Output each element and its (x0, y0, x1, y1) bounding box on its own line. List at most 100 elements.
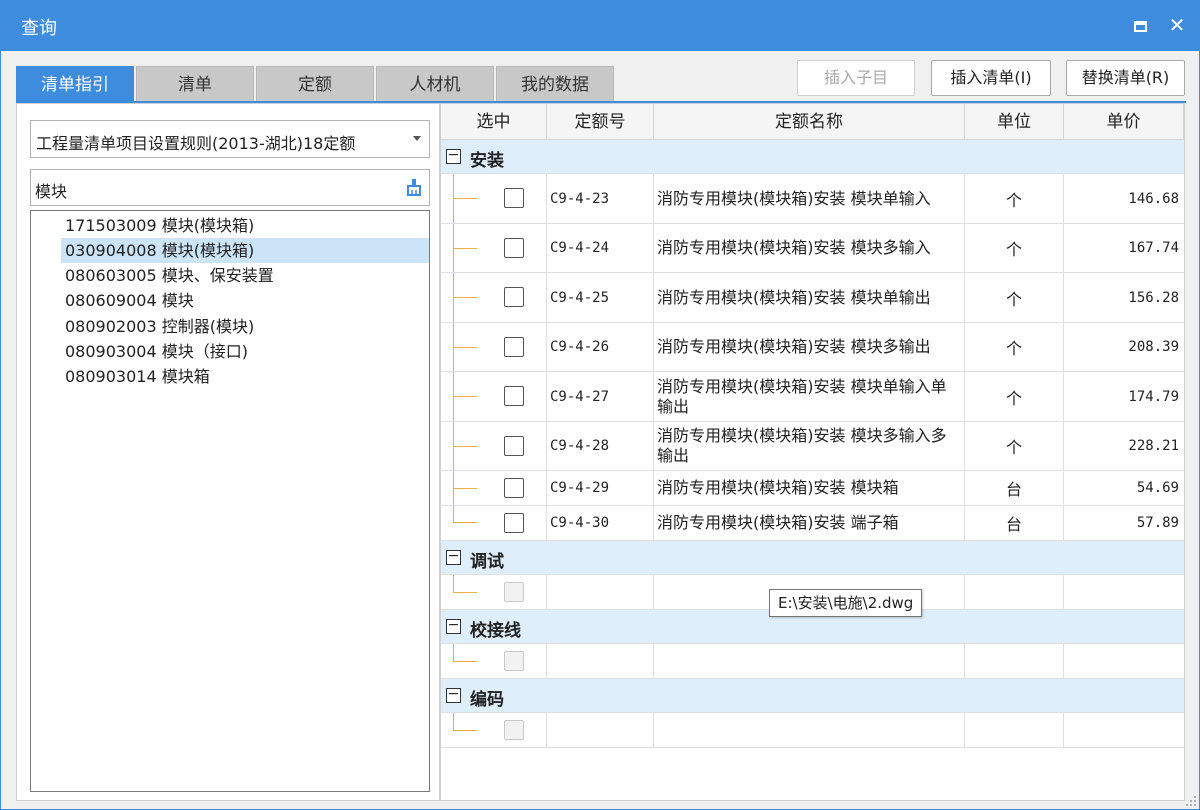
quota-name: 消防专用模块(模块箱)安装 模块多输入 (654, 224, 965, 272)
column-header-unit[interactable]: 单位 (965, 104, 1064, 140)
quota-price: 146.68 (1128, 190, 1179, 207)
table-row[interactable]: C9-4-23 消防专用模块(模块箱)安装 模块单输入 个 146.68 (441, 174, 1184, 224)
quota-unit: 个 (965, 323, 1064, 371)
row-checkbox[interactable] (504, 386, 524, 406)
collapse-icon[interactable]: − (446, 148, 461, 164)
rule-select-value: 工程量清单项目设置规则(2013-湖北)18定额 (36, 134, 356, 153)
search-value: 模块 (35, 182, 68, 201)
column-header-price[interactable]: 单价 (1064, 104, 1184, 140)
quota-price: 167.74 (1128, 240, 1179, 256)
quota-unit: 个 (965, 372, 1064, 421)
table-row[interactable]: C9-4-30 消防专用模块(模块箱)安装 端子箱 台 57.89 (441, 506, 1184, 541)
group-name: 调试 (470, 552, 504, 572)
group-row[interactable]: − 调试 (441, 541, 1184, 575)
group-name: 安装 (470, 151, 504, 171)
left-panel: 工程量清单项目设置规则(2013-湖北)18定额 模块 171503009 模块… (16, 103, 440, 801)
row-checkbox[interactable] (504, 287, 524, 307)
quota-name: 消防专用模块(模块箱)安装 模块单输入 (654, 174, 965, 223)
file-path-tooltip: E:\安装\电施\2.dwg (769, 589, 923, 617)
table-row[interactable] (441, 713, 1184, 748)
quota-unit: 个 (965, 174, 1064, 223)
resize-grip-icon[interactable] (1185, 795, 1197, 807)
clear-brush-icon[interactable] (405, 178, 423, 196)
row-checkbox[interactable] (504, 513, 524, 533)
collapse-icon[interactable]: − (446, 549, 461, 565)
quota-grid: 选中 定额号 定额名称 单位 单价 − 安装 C9-4-23 消防专用模块(模块… (440, 103, 1185, 801)
group-name: 编码 (470, 690, 504, 710)
chevron-down-icon[interactable] (413, 136, 421, 141)
maximize-icon[interactable] (1127, 12, 1153, 38)
quota-unit: 台 (965, 506, 1064, 540)
query-window: 查询 ✕ 清单指引 清单 定额 人材机 我的数据 插入子目 插入清单(I) 替换… (0, 0, 1200, 810)
quota-price: 57.89 (1136, 515, 1179, 531)
row-checkbox[interactable] (504, 478, 524, 498)
list-item[interactable]: 030904008 模块(模块箱) (61, 238, 429, 263)
row-checkbox[interactable] (504, 238, 524, 258)
rule-select[interactable]: 工程量清单项目设置规则(2013-湖北)18定额 (30, 120, 430, 158)
tab-labor-material[interactable]: 人材机 (376, 66, 494, 102)
table-row[interactable]: C9-4-28 消防专用模块(模块箱)安装 模块多输入多输出 个 228.21 (441, 422, 1184, 471)
row-checkbox[interactable] (504, 720, 524, 740)
list-item[interactable]: 080903014 模块箱 (61, 364, 429, 389)
quota-code: C9-4-30 (547, 506, 654, 540)
quota-code: C9-4-27 (547, 372, 654, 421)
quota-unit: 个 (965, 273, 1064, 322)
insert-list-button[interactable]: 插入清单(I) (931, 60, 1051, 96)
list-item[interactable]: 080609004 模块 (61, 288, 429, 313)
quota-name: 消防专用模块(模块箱)安装 端子箱 (654, 506, 965, 540)
quota-price: 156.28 (1128, 289, 1179, 306)
row-checkbox[interactable] (504, 651, 524, 671)
list-item[interactable]: 080603005 模块、保安装置 (61, 263, 429, 288)
insert-child-button[interactable]: 插入子目 (797, 60, 915, 96)
group-row[interactable]: − 安装 (441, 140, 1184, 174)
quota-price: 208.39 (1128, 339, 1179, 355)
tab-list-guide[interactable]: 清单指引 (16, 66, 134, 102)
quota-price: 228.21 (1128, 438, 1179, 454)
row-checkbox[interactable] (504, 337, 524, 357)
quota-code: C9-4-24 (547, 224, 654, 272)
group-row[interactable]: − 编码 (441, 679, 1184, 713)
table-row[interactable]: C9-4-24 消防专用模块(模块箱)安装 模块多输入 个 167.74 (441, 224, 1184, 273)
table-row[interactable] (441, 644, 1184, 679)
table-row[interactable]: C9-4-29 消防专用模块(模块箱)安装 模块箱 台 54.69 (441, 471, 1184, 506)
tab-my-data[interactable]: 我的数据 (496, 66, 614, 102)
quota-code: C9-4-29 (547, 471, 654, 505)
replace-list-button[interactable]: 替换清单(R) (1066, 60, 1185, 96)
column-header-code[interactable]: 定额号 (547, 104, 654, 140)
row-checkbox[interactable] (504, 436, 524, 456)
quota-price: 54.69 (1136, 480, 1179, 496)
table-row[interactable]: C9-4-27 消防专用模块(模块箱)安装 模块单输入单输出 个 174.79 (441, 372, 1184, 422)
table-row[interactable]: C9-4-25 消防专用模块(模块箱)安装 模块单输出 个 156.28 (441, 273, 1184, 323)
tab-quota[interactable]: 定额 (256, 66, 374, 102)
quota-code: C9-4-23 (547, 174, 654, 223)
window-title: 查询 (21, 18, 57, 39)
quota-name: 消防专用模块(模块箱)安装 模块多输入多输出 (654, 422, 965, 470)
quota-unit: 个 (965, 422, 1064, 470)
row-checkbox[interactable] (504, 188, 524, 208)
column-header-name[interactable]: 定额名称 (654, 104, 965, 140)
quota-code: C9-4-28 (547, 422, 654, 470)
quota-unit: 台 (965, 471, 1064, 505)
quota-name: 消防专用模块(模块箱)安装 模块多输出 (654, 323, 965, 371)
quota-code: C9-4-26 (547, 323, 654, 371)
collapse-icon[interactable]: − (446, 618, 461, 634)
title-bar[interactable]: 查询 ✕ (1, 1, 1199, 51)
group-name: 校接线 (470, 621, 521, 641)
quota-price: 174.79 (1128, 388, 1179, 405)
list-item[interactable]: 080902003 控制器(模块) (61, 314, 429, 339)
search-input[interactable]: 模块 (30, 169, 430, 206)
collapse-icon[interactable]: − (446, 687, 461, 703)
quota-unit: 个 (965, 224, 1064, 272)
table-row[interactable]: C9-4-26 消防专用模块(模块箱)安装 模块多输出 个 208.39 (441, 323, 1184, 372)
quota-name: 消防专用模块(模块箱)安装 模块单输入单输出 (654, 372, 965, 421)
quota-name: 消防专用模块(模块箱)安装 模块箱 (654, 471, 965, 505)
tab-list[interactable]: 清单 (136, 66, 254, 102)
list-item[interactable]: 171503009 模块(模块箱) (61, 213, 429, 238)
row-checkbox[interactable] (504, 582, 524, 602)
result-list[interactable]: 171503009 模块(模块箱) 030904008 模块(模块箱) 0806… (30, 210, 430, 792)
quota-name: 消防专用模块(模块箱)安装 模块单输出 (654, 273, 965, 322)
column-header-select[interactable]: 选中 (441, 104, 547, 140)
quota-code: C9-4-25 (547, 273, 654, 322)
list-item[interactable]: 080903004 模块（接口) (61, 339, 429, 364)
close-icon[interactable]: ✕ (1164, 12, 1190, 38)
